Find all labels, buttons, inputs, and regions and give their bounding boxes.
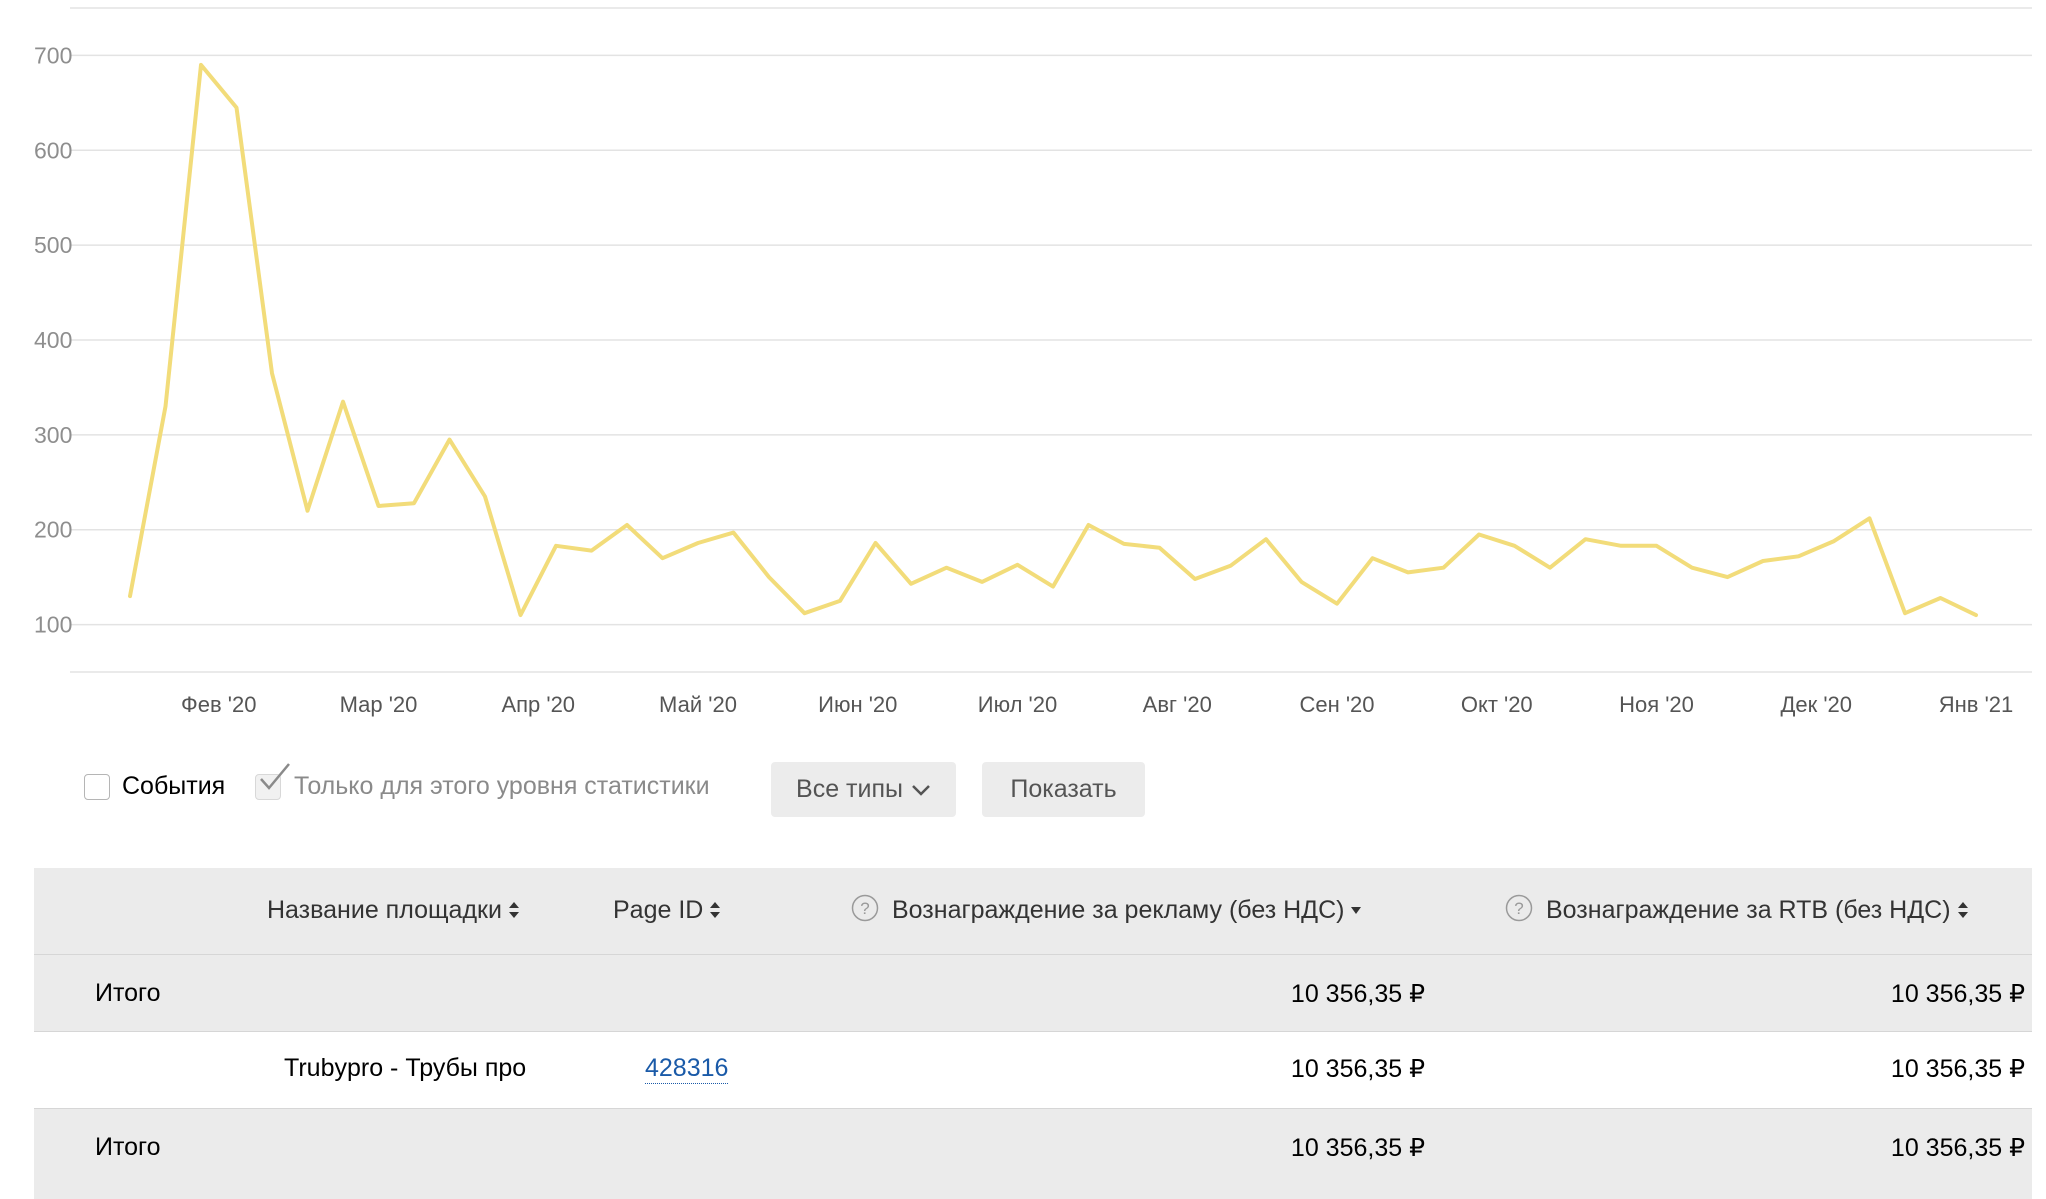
- y-tick-label: 200: [34, 517, 72, 543]
- x-tick-label: Окт '20: [1461, 692, 1533, 717]
- total-ad-reward: 10 356,35 ₽: [1290, 1134, 1425, 1162]
- show-button-label: Показать: [1010, 775, 1117, 803]
- table-row: Trubypro - Трубы про 428316 10 356,35 ₽ …: [34, 1032, 2032, 1109]
- y-tick-label: 600: [34, 137, 72, 163]
- header-site-name[interactable]: Название площадки: [267, 896, 520, 925]
- total-ad-reward: 10 356,35 ₽: [1290, 980, 1425, 1008]
- y-tick-label: 300: [34, 422, 72, 448]
- svg-text:?: ?: [860, 899, 869, 918]
- sort-icon: [508, 902, 519, 918]
- sort-desc-icon: [1351, 907, 1362, 914]
- show-button[interactable]: Показать: [982, 762, 1145, 817]
- x-tick-label: Дек '20: [1780, 692, 1852, 717]
- x-tick-label: Ноя '20: [1619, 692, 1694, 717]
- events-label[interactable]: События: [122, 772, 225, 801]
- table-total-row: Итого 10 356,35 ₽ 10 356,35 ₽: [34, 955, 2032, 1032]
- sort-icon: [1957, 902, 1968, 918]
- ad-reward-cell: 10 356,35 ₽: [1290, 1055, 1425, 1083]
- x-tick-label: Фев '20: [181, 692, 256, 717]
- svg-text:?: ?: [1514, 899, 1523, 918]
- checkmark-icon: [260, 763, 290, 790]
- x-tick-label: Авг '20: [1143, 692, 1212, 717]
- chevron-down-icon: [912, 784, 930, 796]
- x-tick-label: Мар '20: [340, 692, 418, 717]
- level-only-label[interactable]: Только для этого уровня статистики: [294, 772, 710, 801]
- x-tick-label: Июн '20: [818, 692, 897, 717]
- rtb-reward-cell: 10 356,35 ₽: [1890, 1055, 2025, 1083]
- page-id-link[interactable]: 428316: [645, 1054, 729, 1084]
- site-name-cell: Trubypro - Трубы про: [284, 1054, 527, 1082]
- y-tick-label: 100: [34, 612, 72, 638]
- header-rtb-reward[interactable]: Вознаграждение за RTB (без НДС): [1546, 896, 1969, 925]
- total-rtb-reward: 10 356,35 ₽: [1890, 1134, 2025, 1162]
- types-dropdown-button[interactable]: Все типы: [771, 762, 956, 817]
- x-tick-label: Июл '20: [978, 692, 1057, 717]
- x-tick-label: Сен '20: [1299, 692, 1374, 717]
- table-header: Название площадки Page ID ? Вознагражден…: [34, 868, 2032, 955]
- y-tick-label: 500: [34, 232, 72, 258]
- header-page-id[interactable]: Page ID: [613, 896, 721, 925]
- y-tick-label: 400: [34, 327, 72, 353]
- header-ad-reward[interactable]: Вознаграждение за рекламу (без НДС): [892, 896, 1362, 925]
- events-checkbox[interactable]: [84, 774, 110, 800]
- types-dropdown-label: Все типы: [796, 775, 903, 803]
- revenue-line-chart: 100 200 300 400 500 600 700 Фев '20 Мар '20 Апр …: [34, 7, 2032, 717]
- y-tick-label: 700: [34, 42, 72, 68]
- total-label: Итого: [95, 979, 161, 1007]
- table-total-row: Итого 10 356,35 ₽ 10 356,35 ₽: [34, 1109, 2032, 1199]
- help-icon[interactable]: ?: [851, 894, 879, 922]
- sort-icon: [710, 902, 721, 918]
- x-tick-label: Май '20: [659, 692, 737, 717]
- total-rtb-reward: 10 356,35 ₽: [1890, 980, 2025, 1008]
- x-tick-label: Апр '20: [501, 692, 575, 717]
- x-tick-label: Янв '21: [1939, 692, 2014, 717]
- help-icon[interactable]: ?: [1505, 894, 1533, 922]
- total-label: Итого: [95, 1133, 161, 1161]
